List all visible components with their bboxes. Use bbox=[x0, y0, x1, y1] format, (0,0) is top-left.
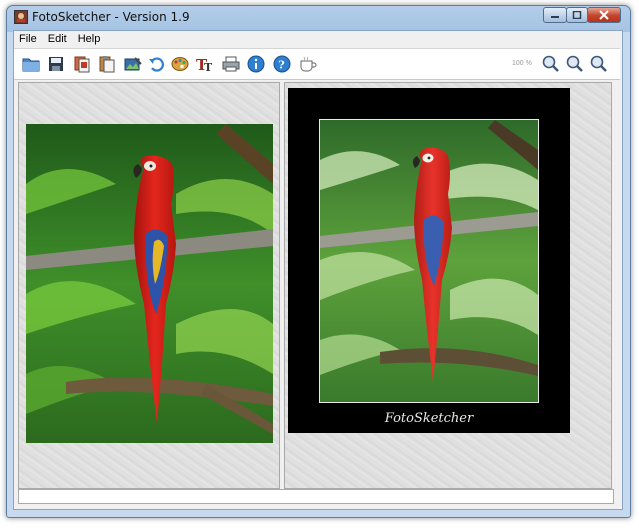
svg-text:T: T bbox=[204, 61, 213, 72]
text-icon: TT bbox=[196, 56, 213, 72]
menu-bar: File Edit Help bbox=[14, 31, 620, 47]
process-image-icon bbox=[124, 57, 142, 71]
menu-file[interactable]: File bbox=[14, 31, 43, 47]
palette-button[interactable] bbox=[170, 54, 190, 74]
sketch-signature: FotoSketcher bbox=[384, 411, 474, 426]
save-disk-icon bbox=[49, 57, 63, 71]
paste-button[interactable] bbox=[97, 54, 117, 74]
info-button[interactable] bbox=[246, 54, 266, 74]
zoom-out-button[interactable] bbox=[565, 54, 585, 74]
coffee-cup-icon bbox=[300, 56, 317, 72]
app-icon bbox=[14, 9, 28, 24]
zoom-out-icon bbox=[566, 55, 583, 72]
help-button[interactable]: ? bbox=[272, 54, 292, 74]
save-button[interactable] bbox=[46, 54, 66, 74]
status-bar bbox=[18, 489, 614, 504]
original-photo bbox=[26, 124, 273, 443]
zoom-in-button[interactable] bbox=[541, 54, 561, 74]
sketch-signature-holder: FotoSketcher bbox=[384, 411, 474, 426]
svg-text:?: ? bbox=[278, 59, 284, 72]
sketch-result: FotoSketcher bbox=[288, 88, 570, 433]
donate-button[interactable] bbox=[298, 54, 318, 74]
open-folder-icon bbox=[22, 58, 40, 72]
open-button[interactable] bbox=[21, 54, 41, 74]
zoom-fit-button[interactable] bbox=[589, 54, 609, 74]
zoom-in-icon bbox=[542, 55, 559, 72]
close-icon bbox=[599, 10, 609, 20]
zoom-fit-icon bbox=[590, 55, 607, 72]
help-icon: ? bbox=[273, 55, 291, 73]
undo-icon bbox=[149, 57, 164, 72]
palette-icon bbox=[171, 57, 189, 71]
undo-button[interactable] bbox=[146, 54, 166, 74]
menu-edit[interactable]: Edit bbox=[43, 31, 73, 47]
print-icon bbox=[222, 56, 240, 72]
process-image-button[interactable] bbox=[123, 54, 143, 74]
maximize-icon bbox=[572, 11, 582, 19]
info-icon bbox=[247, 55, 265, 73]
maximize-button[interactable] bbox=[566, 7, 588, 23]
copy-icon bbox=[74, 56, 90, 73]
window-title: FotoSketcher - Version 1.9 bbox=[32, 10, 190, 24]
menu-help[interactable]: Help bbox=[73, 31, 107, 47]
text-button[interactable]: TT bbox=[195, 54, 215, 74]
sketch-photo bbox=[319, 119, 539, 403]
copy-button[interactable] bbox=[72, 54, 92, 74]
minimize-icon bbox=[551, 16, 559, 18]
zoom-level: 100 % bbox=[512, 60, 532, 67]
close-button[interactable] bbox=[587, 7, 621, 23]
print-button[interactable] bbox=[221, 54, 241, 74]
minimize-button[interactable] bbox=[543, 7, 567, 23]
paste-icon bbox=[99, 56, 115, 73]
